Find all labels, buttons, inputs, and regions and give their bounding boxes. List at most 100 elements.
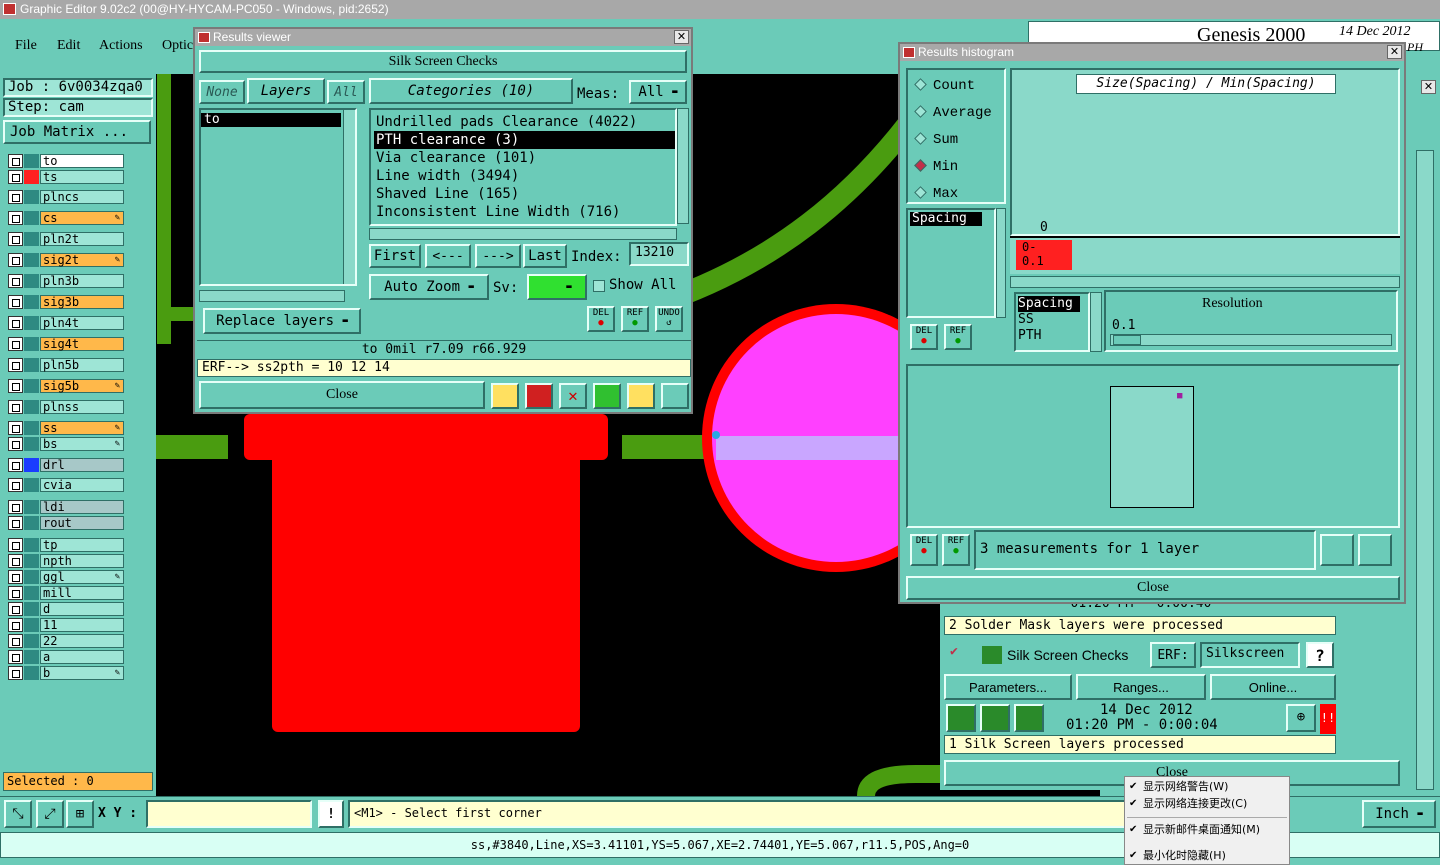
- option-count[interactable]: Count: [914, 78, 975, 94]
- layer-color-swatch[interactable]: [24, 500, 39, 514]
- category-item[interactable]: Via clearance (101): [374, 149, 675, 167]
- attr-scrollbar[interactable]: [1090, 292, 1102, 352]
- layer-row-27[interactable]: b ✎: [8, 666, 124, 680]
- undo-button[interactable]: UNDO ↺: [655, 306, 683, 332]
- category-item[interactable]: Inconsistent Line Width (716): [374, 203, 675, 221]
- right-scrollbar[interactable]: [1416, 150, 1434, 790]
- ref-button[interactable]: REF ●: [621, 306, 649, 332]
- layer-name[interactable]: ss ✎: [40, 421, 124, 435]
- layer-color-swatch[interactable]: [24, 295, 39, 309]
- menu-file[interactable]: File: [15, 38, 37, 54]
- layer-checkbox[interactable]: [8, 190, 23, 204]
- layer-color-swatch[interactable]: [24, 379, 39, 393]
- layer-checkbox[interactable]: [8, 170, 23, 184]
- histogram-hscroll[interactable]: [1010, 276, 1400, 288]
- layer-color-swatch[interactable]: [24, 538, 39, 552]
- layer-color-swatch[interactable]: [24, 253, 39, 267]
- layer-name[interactable]: pln2t: [40, 232, 124, 246]
- layer-row-20[interactable]: npth: [8, 554, 124, 568]
- layer-color-swatch[interactable]: [24, 516, 39, 530]
- layer-name[interactable]: ts: [40, 170, 124, 184]
- layer-checkbox[interactable]: [8, 358, 23, 372]
- chart-icon[interactable]: [661, 383, 689, 409]
- layer-color-swatch[interactable]: [24, 458, 39, 472]
- layer-name[interactable]: plnss: [40, 400, 124, 414]
- layer-checkbox[interactable]: [8, 337, 23, 351]
- layer-checkbox[interactable]: [8, 458, 23, 472]
- alert-button[interactable]: !: [318, 800, 344, 828]
- menu-edit[interactable]: Edit: [57, 38, 80, 54]
- layer-list-hscroll[interactable]: [199, 290, 345, 302]
- export-icon-2[interactable]: [1358, 534, 1392, 566]
- layer-row-9[interactable]: sig4t: [8, 337, 124, 351]
- layer-checkbox[interactable]: [8, 634, 23, 648]
- hist-del-button-2[interactable]: DEL ●: [910, 534, 938, 566]
- menu-actions[interactable]: Actions: [99, 38, 143, 54]
- menu-options[interactable]: Optic: [162, 38, 193, 54]
- category-item[interactable]: Shaved Line (165): [374, 185, 675, 203]
- layer-color-swatch[interactable]: [24, 190, 39, 204]
- layer-checkbox[interactable]: [8, 478, 23, 492]
- prev-button[interactable]: <---: [425, 244, 471, 268]
- layer-name[interactable]: pln5b: [40, 358, 124, 372]
- layer-name[interactable]: d: [40, 602, 124, 616]
- layer-color-swatch[interactable]: [24, 602, 39, 616]
- context-menu-item[interactable]: ✔ 显示网络连接更改(C): [1125, 796, 1289, 812]
- unit-select[interactable]: Inch ▬: [1362, 800, 1436, 828]
- layer-row-25[interactable]: 22: [8, 634, 124, 648]
- run-icon-3[interactable]: [1014, 704, 1044, 732]
- layer-checkbox[interactable]: [8, 253, 23, 267]
- layer-color-swatch[interactable]: [24, 400, 39, 414]
- layer-checkbox[interactable]: [8, 500, 23, 514]
- erf-field[interactable]: Silkscreen: [1200, 642, 1300, 668]
- show-all-checkbox[interactable]: [593, 280, 605, 292]
- layer-checkbox[interactable]: [8, 666, 23, 680]
- context-menu-item[interactable]: ✔ 最小化时隐藏(H): [1125, 848, 1289, 864]
- layer-color-swatch[interactable]: [24, 154, 39, 168]
- layer-color-swatch[interactable]: [24, 337, 39, 351]
- layer-name[interactable]: cs ✎: [40, 211, 124, 225]
- layer-row-17[interactable]: ldi: [8, 500, 124, 514]
- layer-name[interactable]: cvia: [40, 478, 124, 492]
- run-icon-1[interactable]: [946, 704, 976, 732]
- layer-color-swatch[interactable]: [24, 478, 39, 492]
- tool-icon-4[interactable]: [593, 383, 621, 409]
- layer-color-swatch[interactable]: [24, 634, 39, 648]
- layer-row-16[interactable]: cvia: [8, 478, 124, 492]
- option-sum[interactable]: Sum: [914, 132, 958, 148]
- layer-color-swatch[interactable]: [24, 554, 39, 568]
- auto-zoom-button[interactable]: Auto Zoom ▬: [369, 274, 489, 300]
- viewer-close-button[interactable]: Close: [199, 381, 485, 409]
- layer-row-10[interactable]: pln5b: [8, 358, 124, 372]
- layer-checkbox[interactable]: [8, 602, 23, 616]
- layer-checkbox[interactable]: [8, 554, 23, 568]
- layer-checkbox[interactable]: [8, 232, 23, 246]
- layer-name[interactable]: a: [40, 650, 124, 664]
- layer-row-22[interactable]: mill: [8, 586, 124, 600]
- layer-row-12[interactable]: plnss: [8, 400, 124, 414]
- layer-list-scrollbar[interactable]: [343, 110, 355, 284]
- close-icon[interactable]: ✕: [1421, 80, 1436, 94]
- layer-name[interactable]: mill: [40, 586, 124, 600]
- histogram-close-button[interactable]: Close: [906, 576, 1400, 600]
- layer-color-swatch[interactable]: [24, 618, 39, 632]
- layer-name[interactable]: b ✎: [40, 666, 124, 680]
- alert-icon[interactable]: !!: [1320, 704, 1336, 734]
- layer-checkbox[interactable]: [8, 618, 23, 632]
- hist-del-button[interactable]: DEL ●: [910, 324, 938, 350]
- layer-row-7[interactable]: sig3b: [8, 295, 124, 309]
- none-button[interactable]: None: [199, 80, 245, 104]
- layer-row-19[interactable]: tp: [8, 538, 124, 552]
- layer-name[interactable]: ldi: [40, 500, 124, 514]
- all-button[interactable]: All: [327, 80, 365, 104]
- layer-name[interactable]: sig3b: [40, 295, 124, 309]
- layer-name[interactable]: to: [40, 154, 124, 168]
- run-icon-2[interactable]: [980, 704, 1010, 732]
- attr-item[interactable]: SS: [1018, 312, 1086, 328]
- layer-row-24[interactable]: 11: [8, 618, 124, 632]
- layer-row-18[interactable]: rout: [8, 516, 124, 530]
- layers-button[interactable]: Layers: [247, 78, 325, 104]
- attr-item[interactable]: PTH: [1018, 328, 1086, 344]
- layer-row-14[interactable]: bs ✎: [8, 437, 124, 451]
- layer-checkbox[interactable]: [8, 316, 23, 330]
